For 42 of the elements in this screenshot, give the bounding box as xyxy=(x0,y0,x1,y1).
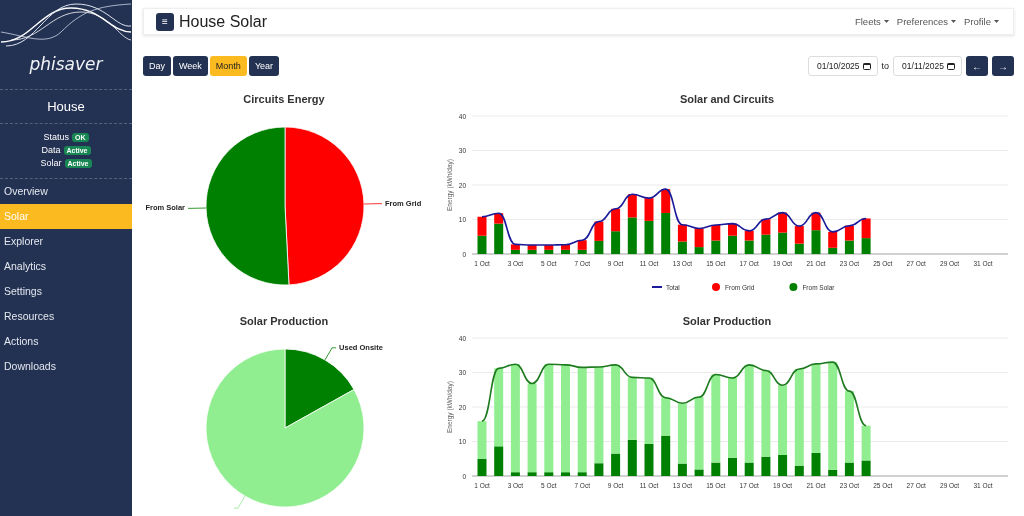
nav-item[interactable]: Explorer xyxy=(0,229,132,254)
leader-line xyxy=(324,347,337,361)
calendar-icon xyxy=(862,62,871,70)
nav-item[interactable]: Settings xyxy=(0,279,132,304)
site-name: House xyxy=(0,90,132,124)
status-label: Status xyxy=(43,132,69,142)
dropdown-menu[interactable]: Fleets xyxy=(846,16,889,27)
nav-item[interactable]: Resources xyxy=(0,304,132,329)
caret-icon xyxy=(994,20,999,23)
nav-item[interactable]: Analytics xyxy=(0,254,132,279)
caret-icon xyxy=(883,20,889,23)
status-label: Data xyxy=(41,145,61,155)
logo-text: phisaver xyxy=(29,54,103,74)
chart-title: Solar Production xyxy=(682,314,772,329)
legend-line-icon xyxy=(651,286,663,288)
dropdown-menu[interactable]: Profile xyxy=(956,16,999,27)
page-title: House Solar xyxy=(179,12,268,31)
period-button[interactable]: Day xyxy=(143,56,171,76)
next-button[interactable]: → xyxy=(992,56,1014,76)
legend-dot-icon xyxy=(712,283,720,291)
period-button[interactable]: Month xyxy=(209,56,247,76)
date-field[interactable]: 01/11/2025 xyxy=(893,56,962,76)
chart-title: Circuits Energy xyxy=(243,92,325,107)
nav-item[interactable]: Overview xyxy=(0,179,132,204)
legend-dot-icon xyxy=(789,283,798,291)
chart-title: Solar Production xyxy=(239,314,329,329)
menu-button[interactable]: ≡ xyxy=(156,12,174,31)
caret-icon xyxy=(951,20,957,23)
dropdown-menu[interactable]: Preferences xyxy=(888,16,957,27)
chart-title: Solar and Circuits xyxy=(679,92,775,107)
period-button[interactable]: Year xyxy=(248,56,280,76)
leader-line xyxy=(187,207,207,209)
leader-line xyxy=(363,203,383,205)
nav-item[interactable]: Downloads xyxy=(0,354,132,379)
period-button[interactable]: Week xyxy=(173,56,208,76)
date-field[interactable]: 01/10/2025 xyxy=(808,56,878,76)
range-separator: to xyxy=(881,61,890,71)
status-label: Solar xyxy=(40,158,62,168)
leader-line xyxy=(233,495,246,509)
previous-button[interactable]: ← xyxy=(966,56,988,76)
calendar-icon xyxy=(947,62,955,70)
nav-item[interactable]: Actions xyxy=(0,329,132,354)
